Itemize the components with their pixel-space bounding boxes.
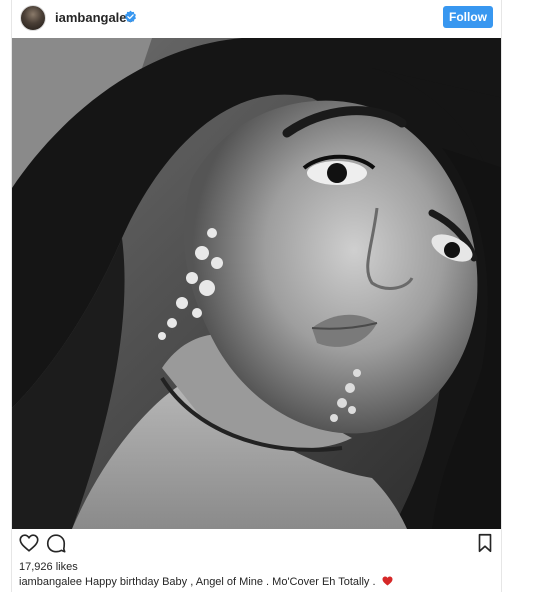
post-header: iambangalee Follow	[12, 0, 501, 38]
verified-badge-icon	[125, 10, 136, 23]
caption-text: Happy birthday Baby , Angel of Mine . Mo…	[82, 576, 379, 588]
post-photo[interactable]	[12, 38, 501, 529]
username-link[interactable]: iambangalee	[55, 10, 134, 25]
caption: iambangalee Happy birthday Baby , Angel …	[19, 576, 393, 588]
likes-count[interactable]: 17,926 likes	[19, 561, 78, 573]
selfie-photo-image	[12, 38, 501, 529]
comment-icon[interactable]	[45, 532, 67, 554]
caption-username[interactable]: iambangalee	[19, 576, 82, 588]
heart-icon[interactable]	[18, 532, 40, 554]
follow-button[interactable]: Follow	[443, 6, 493, 28]
instagram-post: iambangalee Follow 17,926 likes iambanga…	[11, 0, 502, 592]
avatar[interactable]	[20, 5, 46, 31]
red-heart-icon	[382, 576, 393, 586]
post-actions	[12, 532, 501, 556]
bookmark-icon[interactable]	[474, 532, 496, 554]
